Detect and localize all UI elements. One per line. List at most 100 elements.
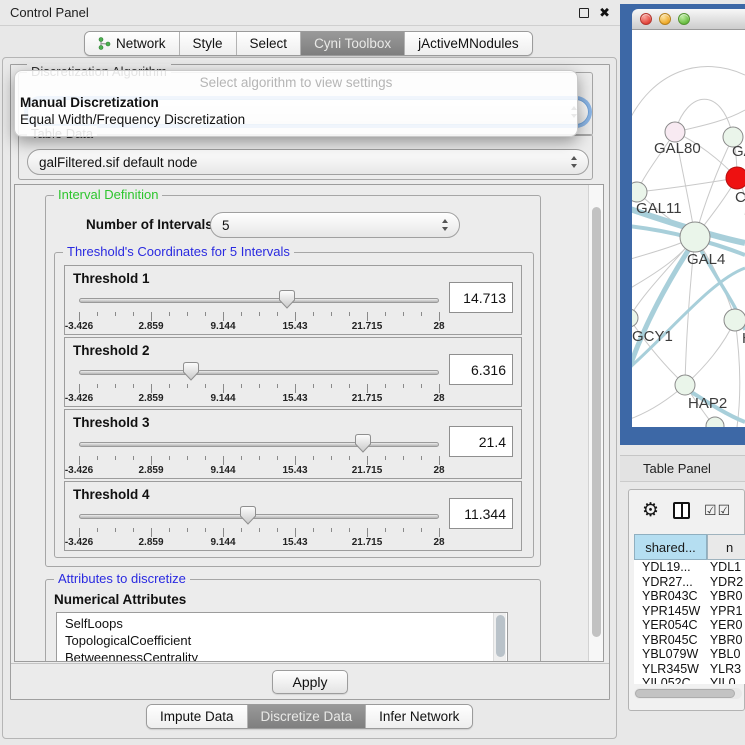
table-row[interactable]: YPR145WYPR1 [634,604,745,619]
table-row[interactable]: YLR345WYLR3 [634,662,745,677]
slider-track[interactable] [79,442,439,447]
tick-mark [403,528,404,532]
slider-thumb[interactable] [183,362,199,381]
table-data-combobox[interactable]: galFiltered.sif default node [27,149,589,175]
threshold-value-field[interactable]: 14.713 [449,282,513,313]
slider-track[interactable] [79,298,439,303]
cell-shared-name: YIL052C [634,676,704,684]
number-of-intervals-combobox[interactable]: 5 [210,212,460,238]
tab-cyni-toolbox[interactable]: Cyni Toolbox [301,32,405,55]
threshold-value-field[interactable]: 21.4 [449,426,513,457]
tick-mark [97,456,98,460]
attribute-item[interactable]: TopologicalCoefficient [65,632,507,649]
tab-style[interactable]: Style [180,32,237,55]
network-node-gcy1[interactable] [632,309,638,327]
panel-title: Control Panel [10,5,89,20]
checkbox-icons[interactable]: ☑☑ [704,503,731,517]
table-row[interactable]: YIL052CYIL0 [634,676,745,684]
tick-mark [403,312,404,316]
tab-discretize-data[interactable]: Discretize Data [248,705,367,728]
tick-label: 28 [433,321,444,332]
network-node-gal11[interactable] [632,182,647,202]
table-horizontal-scrollbar[interactable] [634,688,742,699]
table-row[interactable]: YBL079WYBL0 [634,647,745,662]
close-icon[interactable]: ✖ [599,6,610,19]
threshold-slider[interactable]: -3.4262.8599.14415.4321.71528 [79,290,439,332]
slider-track[interactable] [79,514,439,519]
table-row[interactable]: YDR27...YDR2 [634,575,745,590]
table-rows: YDL19...YDL1YDR27...YDR2YBR043CYBR0YPR14… [634,560,745,684]
tick-mark [277,456,278,460]
tick-label: -3.426 [65,537,93,548]
tab-jactivemnodules[interactable]: jActiveMNodules [405,32,532,55]
tab-network[interactable]: Network [85,32,180,55]
node-label: GAL4 [687,251,725,268]
attributes-scrollbar-thumb[interactable] [496,615,505,657]
slider-thumb[interactable] [279,290,295,309]
tab-infer-network[interactable]: Infer Network [366,705,472,728]
network-node-h[interactable] [724,309,745,331]
tick-mark [205,384,206,388]
table-row[interactable]: YBR043CYBR0 [634,589,745,604]
column-header[interactable]: n [707,534,745,560]
columns-icon[interactable] [673,502,690,519]
tick-mark [151,456,152,465]
threshold-slider[interactable]: -3.4262.8599.14415.4321.71528 [79,506,439,548]
algorithm-option[interactable]: Equal Width/Frequency Discretization [15,111,577,128]
tick-label: -3.426 [65,321,93,332]
table-hscrollbar-thumb[interactable] [635,689,735,698]
tick-mark [79,528,80,537]
tick-mark [133,312,134,316]
slider-thumb[interactable] [240,506,256,525]
zoom-light-icon[interactable] [678,13,690,25]
apply-button[interactable]: Apply [272,670,347,694]
threshold-slider[interactable]: -3.4262.8599.14415.4321.71528 [79,434,439,476]
threshold-label: Threshold 4 [73,487,150,502]
minimize-light-icon[interactable] [659,13,671,25]
node-label: C [735,189,745,206]
threshold-value-field[interactable]: 6.316 [449,354,513,385]
cell-name: YDR2 [704,575,745,590]
threshold-rows: Threshold 1-3.4262.8599.14415.4321.71528… [64,265,522,553]
tick-mark [295,312,296,321]
screenshot-stage: Control Panel ✖ Network Style SelectCyni T… [0,0,745,745]
attribute-item[interactable]: BetweennessCentrality [65,649,507,662]
float-window-icon[interactable] [579,8,589,18]
network-node-gal4[interactable] [680,222,710,252]
table-toolbar: ⚙ ☑☑ [629,490,744,530]
settings-scrollbar-thumb[interactable] [592,207,601,637]
tick-mark [331,312,332,316]
close-light-icon[interactable] [640,13,652,25]
network-node-c[interactable] [726,167,745,189]
cell-shared-name: YBL079W [634,647,704,662]
node-label: GAL11 [636,200,682,217]
tick-mark [367,456,368,465]
threshold-value-field[interactable]: 11.344 [449,498,513,529]
bottom-tab-bar: Impute DataDiscretize DataInfer Network [146,704,473,729]
network-node-hap2[interactable] [675,375,695,395]
column-header[interactable]: shared... [634,534,707,560]
table-row[interactable]: YBR045CYBR0 [634,633,745,648]
network-node-gal80[interactable] [665,122,685,142]
settings-vertical-scrollbar[interactable] [588,185,603,661]
network-canvas[interactable]: GAL80GACGAL11GAL4GCY1HHAP2 [632,30,745,427]
table-row[interactable]: YER054CYER0 [634,618,745,633]
slider-thumb[interactable] [355,434,371,453]
tab-label: Style [193,36,223,51]
tick-mark [259,456,260,460]
slider-track[interactable] [79,370,439,375]
tab-select[interactable]: Select [237,32,302,55]
network-icon [98,37,111,50]
tick-mark [241,312,242,316]
attribute-item[interactable]: SelfLoops [65,615,507,632]
table-panel-header: Table Panel [620,455,745,482]
threshold-slider[interactable]: -3.4262.8599.14415.4321.71528 [79,362,439,404]
table-row[interactable]: YDL19...YDL1 [634,560,745,575]
gear-icon[interactable]: ⚙ [642,501,659,520]
attributes-scrollbar[interactable] [493,613,506,662]
number-of-intervals-value: 5 [222,218,230,233]
table-header-row: shared...n [634,534,745,560]
algorithm-option[interactable]: Manual Discretization [15,94,577,111]
tab-impute-data[interactable]: Impute Data [147,705,248,728]
tick-mark [277,312,278,316]
